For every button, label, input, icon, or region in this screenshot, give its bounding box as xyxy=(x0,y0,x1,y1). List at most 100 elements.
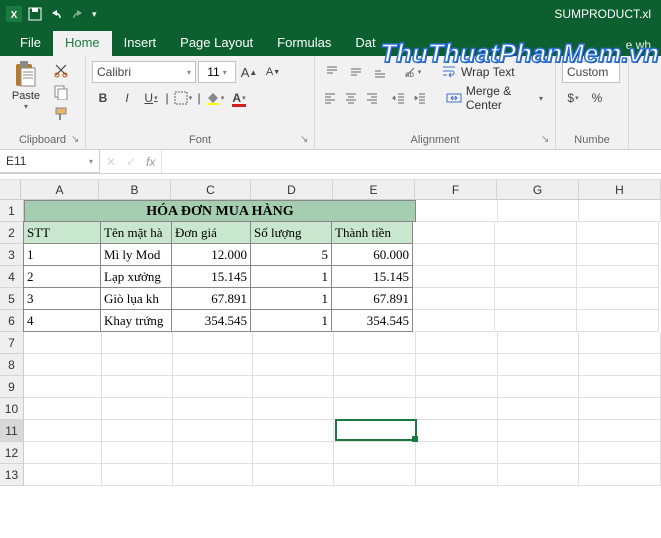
cell-A10[interactable] xyxy=(24,398,102,420)
align-right-icon[interactable] xyxy=(362,87,381,109)
cell-C12[interactable] xyxy=(173,442,253,464)
cell-D3[interactable]: 5 xyxy=(250,243,332,266)
select-all-corner[interactable] xyxy=(0,180,21,200)
cell-G4[interactable] xyxy=(495,266,577,288)
cut-icon[interactable] xyxy=(50,60,72,80)
cell-B7[interactable] xyxy=(102,332,174,354)
font-launcher-icon[interactable]: ↘ xyxy=(300,134,312,146)
cell-D9[interactable] xyxy=(253,376,335,398)
cell-F3[interactable] xyxy=(413,244,495,266)
cell-C13[interactable] xyxy=(173,464,253,486)
cell-F7[interactable] xyxy=(416,332,498,354)
cell-F13[interactable] xyxy=(416,464,498,486)
cell-B5[interactable]: Giò lụa kh xyxy=(100,287,172,310)
accounting-format-icon[interactable]: $ xyxy=(562,87,584,109)
cell-E11[interactable] xyxy=(334,420,416,442)
cell-E7[interactable] xyxy=(334,332,416,354)
col-header-A[interactable]: A xyxy=(21,180,99,200)
cell-F12[interactable] xyxy=(416,442,498,464)
cell-G12[interactable] xyxy=(498,442,580,464)
col-header-B[interactable]: B xyxy=(99,180,171,200)
cell-F8[interactable] xyxy=(416,354,498,376)
col-header-C[interactable]: C xyxy=(171,180,251,200)
row-header-7[interactable]: 7 xyxy=(0,332,24,354)
row-header-4[interactable]: 4 xyxy=(0,266,24,288)
increase-indent-icon[interactable] xyxy=(411,87,430,109)
cell-D13[interactable] xyxy=(253,464,335,486)
cell-H3[interactable] xyxy=(577,244,659,266)
cell-F2[interactable] xyxy=(413,222,495,244)
cell-G10[interactable] xyxy=(498,398,580,420)
cell-B10[interactable] xyxy=(102,398,174,420)
cell-H4[interactable] xyxy=(577,266,659,288)
cell-B12[interactable] xyxy=(102,442,174,464)
cell-G7[interactable] xyxy=(498,332,580,354)
cell-C7[interactable] xyxy=(173,332,253,354)
cell-C3[interactable]: 12.000 xyxy=(171,243,251,266)
row-header-9[interactable]: 9 xyxy=(0,376,24,398)
alignment-launcher-icon[interactable]: ↘ xyxy=(541,134,553,146)
row-header-1[interactable]: 1 xyxy=(0,200,24,222)
tell-me[interactable]: e wh xyxy=(616,34,661,56)
cell-C4[interactable]: 15.145 xyxy=(171,265,251,288)
row-header-11[interactable]: 11 xyxy=(0,420,24,442)
cell-F1[interactable] xyxy=(416,200,498,222)
cell-C9[interactable] xyxy=(173,376,253,398)
cell-D10[interactable] xyxy=(253,398,335,420)
col-header-E[interactable]: E xyxy=(333,180,415,200)
copy-icon[interactable] xyxy=(50,82,72,102)
cell-E10[interactable] xyxy=(334,398,416,420)
orientation-icon[interactable]: ab xyxy=(401,61,423,83)
merge-center-button[interactable]: Merge & Center ▾ xyxy=(440,87,549,109)
cell-A1-title[interactable]: HÓA ĐƠN MUA HÀNG xyxy=(24,200,416,222)
cell-A13[interactable] xyxy=(24,464,102,486)
cell-D12[interactable] xyxy=(253,442,335,464)
cell-B3[interactable]: Mì ly Mod xyxy=(100,243,172,266)
cell-A6[interactable]: 4 xyxy=(23,309,101,332)
cell-F5[interactable] xyxy=(413,288,495,310)
cell-E6[interactable]: 354.545 xyxy=(331,309,413,332)
cell-H2[interactable] xyxy=(577,222,659,244)
formula-input[interactable] xyxy=(162,150,661,173)
font-name-select[interactable]: Calibri xyxy=(92,61,196,83)
cell-E9[interactable] xyxy=(334,376,416,398)
row-header-8[interactable]: 8 xyxy=(0,354,24,376)
number-format-select[interactable]: Custom xyxy=(562,61,620,83)
cell-G6[interactable] xyxy=(495,310,577,332)
cell-H13[interactable] xyxy=(579,464,661,486)
cell-C8[interactable] xyxy=(173,354,253,376)
cell-H9[interactable] xyxy=(579,376,661,398)
align-bottom-icon[interactable] xyxy=(369,61,391,83)
cell-H8[interactable] xyxy=(579,354,661,376)
cell-H1[interactable] xyxy=(579,200,661,222)
cell-B4[interactable]: Lạp xưởng xyxy=(100,265,172,288)
cell-F9[interactable] xyxy=(416,376,498,398)
borders-icon[interactable] xyxy=(172,87,194,109)
cell-A4[interactable]: 2 xyxy=(23,265,101,288)
cell-A8[interactable] xyxy=(24,354,102,376)
redo-icon[interactable] xyxy=(70,7,86,21)
font-color-icon[interactable]: A xyxy=(228,87,250,109)
cell-E3[interactable]: 60.000 xyxy=(331,243,413,266)
tab-formulas[interactable]: Formulas xyxy=(265,31,343,56)
cell-D11[interactable] xyxy=(253,420,335,442)
cell-H7[interactable] xyxy=(579,332,661,354)
cell-F4[interactable] xyxy=(413,266,495,288)
cell-A12[interactable] xyxy=(24,442,102,464)
cell-A7[interactable] xyxy=(24,332,102,354)
cell-H11[interactable] xyxy=(579,420,661,442)
cell-B11[interactable] xyxy=(102,420,174,442)
fx-icon[interactable]: fx xyxy=(146,155,155,169)
cell-A11[interactable] xyxy=(24,420,102,442)
cell-E4[interactable]: 15.145 xyxy=(331,265,413,288)
underline-button[interactable]: U xyxy=(140,87,162,109)
row-header-5[interactable]: 5 xyxy=(0,288,24,310)
shrink-font-icon[interactable]: A▼ xyxy=(262,61,284,83)
cell-C5[interactable]: 67.891 xyxy=(171,287,251,310)
cell-D5[interactable]: 1 xyxy=(250,287,332,310)
format-painter-icon[interactable] xyxy=(50,104,72,124)
cell-B2[interactable]: Tên mặt hà xyxy=(100,221,172,244)
col-header-H[interactable]: H xyxy=(579,180,661,200)
cell-H10[interactable] xyxy=(579,398,661,420)
tab-page-layout[interactable]: Page Layout xyxy=(168,31,265,56)
